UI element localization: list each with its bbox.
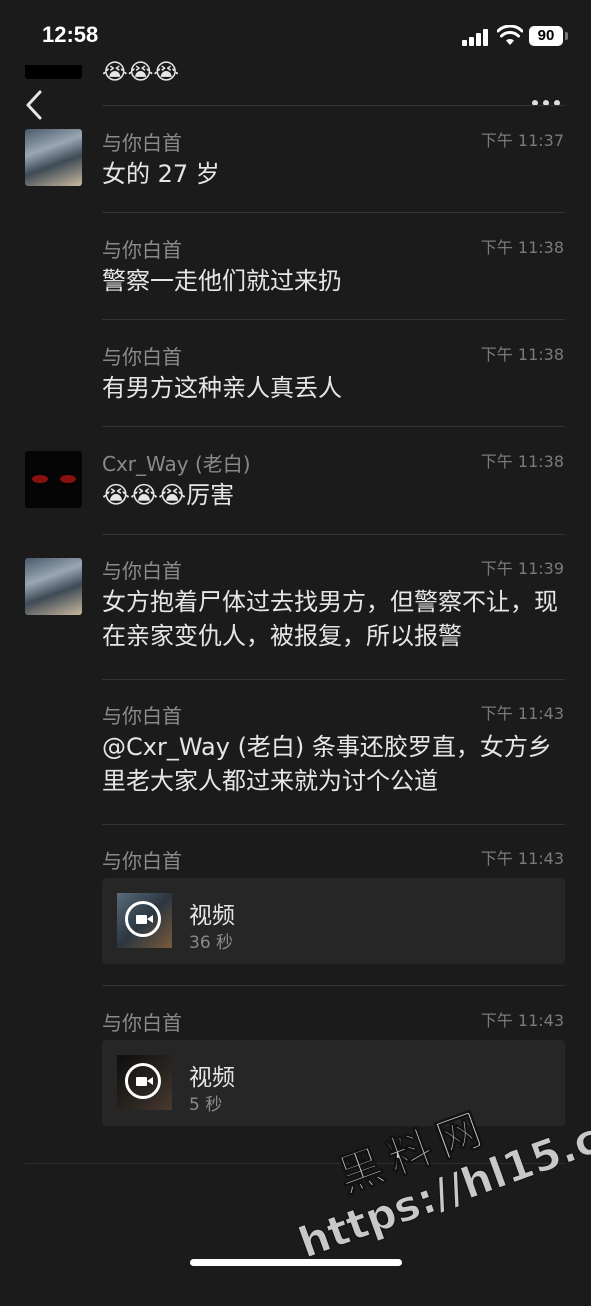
wifi-icon: [497, 25, 523, 45]
video-camera-icon: [125, 901, 161, 937]
battery-icon: 90: [529, 26, 563, 46]
message-text[interactable]: @Cxr_Way (老白) 条事还胶罗直，女方乡里老大家人都过来就为讨个公道: [102, 730, 562, 798]
sender-name: 与你白首: [102, 704, 182, 728]
message-time: 下午 11:38: [480, 238, 564, 257]
sender-name: 与你白首: [102, 131, 182, 155]
avatar[interactable]: [25, 65, 82, 79]
video-thumbnail[interactable]: [117, 893, 172, 948]
message-text: 😭😭😭: [102, 60, 180, 85]
message-time: 下午 11:43: [480, 849, 564, 868]
divider: [102, 824, 565, 825]
avatar[interactable]: [25, 129, 82, 186]
video-title: 视频: [189, 903, 235, 929]
divider: [102, 319, 565, 320]
divider: [102, 679, 565, 680]
status-time: 12:58: [42, 22, 99, 47]
video-camera-icon: [125, 1063, 161, 1099]
message-time: 下午 11:43: [480, 704, 564, 723]
eye-decoration: [32, 475, 48, 483]
message-time: 下午 11:39: [480, 559, 564, 578]
message-time: 下午 11:38: [480, 345, 564, 364]
message-text[interactable]: 有男方这种亲人真丢人: [102, 371, 562, 405]
eye-decoration: [60, 475, 76, 483]
video-title: 视频: [189, 1065, 235, 1091]
message-text[interactable]: 警察一走他们就过来扔: [102, 264, 562, 298]
previous-message-partial: 😭😭😭: [0, 55, 591, 105]
divider: [102, 212, 565, 213]
message-text[interactable]: 😭😭😭厉害: [102, 478, 562, 512]
more-dots-icon[interactable]: [530, 96, 562, 112]
sender-name: Cxr_Way (老白): [102, 452, 251, 476]
sender-name: 与你白首: [102, 345, 182, 369]
chevron-left-icon[interactable]: [22, 88, 52, 122]
divider: [102, 985, 565, 986]
avatar[interactable]: [25, 558, 82, 615]
home-indicator[interactable]: [190, 1259, 402, 1266]
video-duration: 36 秒: [189, 933, 234, 953]
cellular-signal-icon: [462, 28, 490, 46]
battery-nub: [565, 32, 568, 40]
message-time: 下午 11:43: [480, 1011, 564, 1030]
sender-name: 与你白首: [102, 238, 182, 262]
message-text[interactable]: 女的 27 岁: [102, 157, 562, 191]
message-time: 下午 11:37: [480, 131, 564, 150]
message-text[interactable]: 女方抱着尸体过去找男方，但警察不让，现在亲家变仇人，被报复，所以报警: [102, 585, 562, 653]
sender-name: 与你白首: [102, 1011, 182, 1035]
video-duration: 5 秒: [189, 1095, 223, 1115]
message-time: 下午 11:38: [480, 452, 564, 471]
sender-name: 与你白首: [102, 559, 182, 583]
video-card[interactable]: 视频 36 秒: [102, 878, 565, 964]
divider: [102, 105, 565, 106]
sender-name: 与你白首: [102, 849, 182, 873]
divider: [102, 426, 565, 427]
divider: [102, 534, 565, 535]
video-thumbnail[interactable]: [117, 1055, 172, 1110]
avatar[interactable]: [25, 451, 82, 508]
